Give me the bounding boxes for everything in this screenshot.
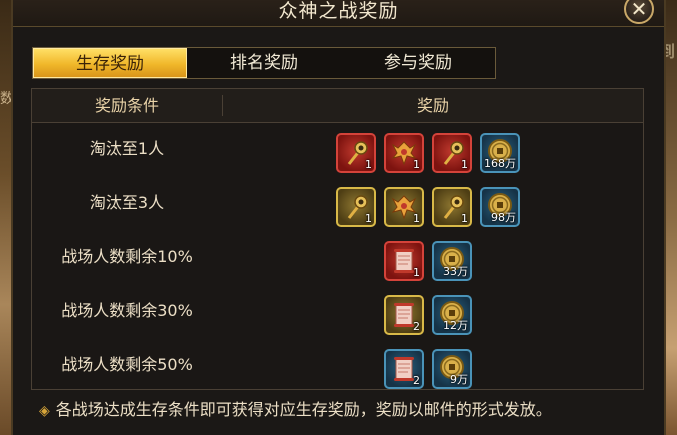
reward-item[interactable]: 33万 xyxy=(432,241,472,281)
table-row: 战场人数剩余30% 2 12万 xyxy=(32,284,643,338)
reward-panel: 众神之战奖励 ✕ 生存奖励 排名奖励 参与奖励 奖励条件 奖励 淘汰至1人 1 1 1… xyxy=(11,0,666,435)
table-row: 淘汰至1人 1 1 1 168万 xyxy=(32,122,643,176)
header-condition: 奖励条件 xyxy=(94,96,159,115)
reward-table: 奖励条件 奖励 淘汰至1人 1 1 1 168万 淘汰至3人 1 1 1 98万 战场人数剩余10%… xyxy=(31,88,644,390)
row-rewards: 1 33万 xyxy=(32,230,643,284)
diamond-bullet-icon: ◈ xyxy=(39,403,50,419)
reward-item[interactable]: 98万 xyxy=(480,187,520,227)
reward-item[interactable]: 1 xyxy=(336,187,376,227)
tab-ranking-reward[interactable]: 排名奖励 xyxy=(187,48,341,78)
title-bar: 众神之战奖励 xyxy=(13,0,664,27)
row-rewards: 2 12万 xyxy=(32,284,643,338)
table-row: 战场人数剩余50% 2 9万 xyxy=(32,338,643,392)
row-rewards: 1 1 1 168万 xyxy=(32,122,643,176)
reward-quantity: 1 xyxy=(413,158,420,171)
reward-quantity: 98万 xyxy=(491,211,516,224)
window-title: 众神之战奖励 xyxy=(278,0,399,22)
reward-item[interactable]: 1 xyxy=(384,133,424,173)
close-icon: ✕ xyxy=(630,0,648,21)
table-row: 淘汰至3人 1 1 1 98万 xyxy=(32,176,643,230)
table-header: 奖励条件 奖励 xyxy=(32,89,643,123)
reward-item[interactable]: 12万 xyxy=(432,295,472,335)
reward-item[interactable]: 2 xyxy=(384,295,424,335)
reward-quantity: 9万 xyxy=(450,373,468,386)
reward-item[interactable]: 1 xyxy=(336,133,376,173)
header-reward: 奖励 xyxy=(416,96,449,115)
tab-survival-reward[interactable]: 生存奖励 xyxy=(33,48,187,78)
reward-quantity: 1 xyxy=(413,266,420,279)
reward-quantity: 33万 xyxy=(443,265,468,278)
tab-participation-reward[interactable]: 参与奖励 xyxy=(341,48,495,78)
reward-quantity: 1 xyxy=(461,212,468,225)
reward-quantity: 1 xyxy=(413,212,420,225)
reward-quantity: 1 xyxy=(461,158,468,171)
reward-quantity: 2 xyxy=(413,320,420,333)
row-rewards: 1 1 1 98万 xyxy=(32,176,643,230)
reward-item[interactable]: 2 xyxy=(384,349,424,389)
reward-item[interactable]: 9万 xyxy=(432,349,472,389)
reward-item[interactable]: 1 xyxy=(384,187,424,227)
reward-item[interactable]: 1 xyxy=(432,133,472,173)
footer-note-text: 各战场达成生存条件即可获得对应生存奖励，奖励以邮件的形式发放。 xyxy=(55,400,552,419)
reward-quantity: 1 xyxy=(365,158,372,171)
row-rewards: 2 9万 xyxy=(32,338,643,392)
footer-note: ◈ 各战场达成生存条件即可获得对应生存奖励，奖励以邮件的形式发放。 xyxy=(39,398,552,422)
reward-quantity: 12万 xyxy=(443,319,468,332)
tab-bar: 生存奖励 排名奖励 参与奖励 xyxy=(32,47,496,79)
reward-item[interactable]: 168万 xyxy=(480,133,520,173)
reward-quantity: 168万 xyxy=(484,157,516,170)
reward-quantity: 2 xyxy=(413,374,420,387)
reward-item[interactable]: 1 xyxy=(432,187,472,227)
table-row: 战场人数剩余10% 1 33万 xyxy=(32,230,643,284)
reward-quantity: 1 xyxy=(365,212,372,225)
reward-item[interactable]: 1 xyxy=(384,241,424,281)
